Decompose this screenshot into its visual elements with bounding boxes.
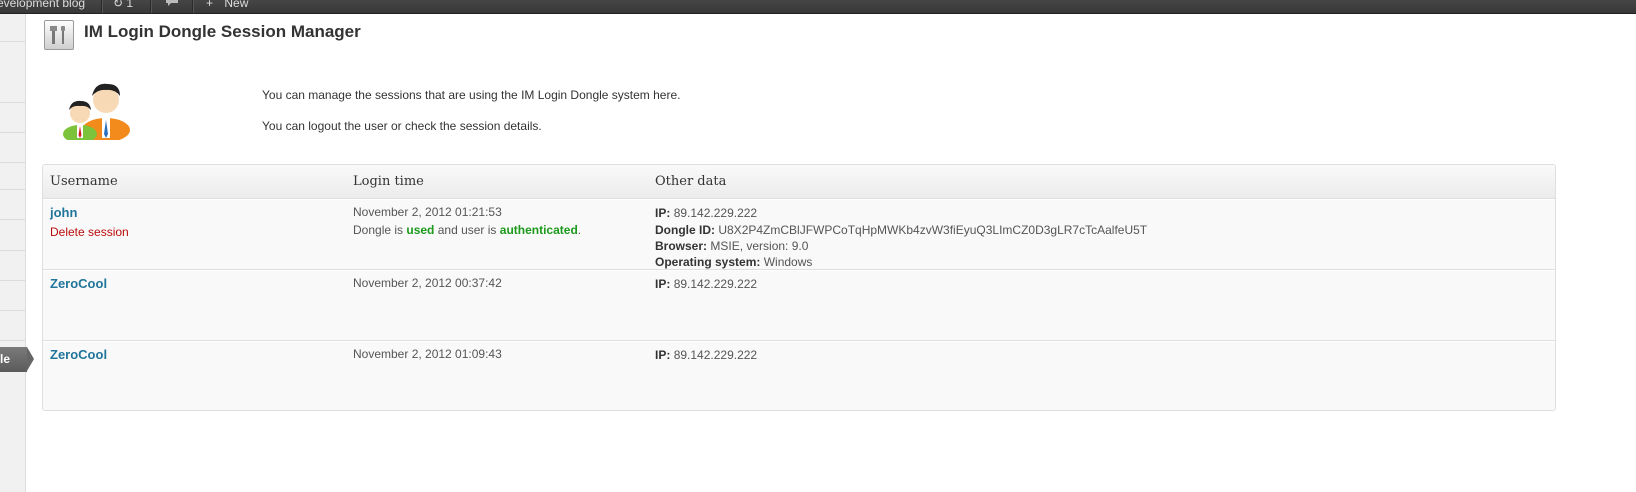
menu-divider [0,41,25,42]
intro-line-2: You can logout the user or check the ses… [262,119,542,133]
comment-icon [166,0,178,6]
tools-icon [44,20,74,50]
os-line: Operating system: Windows [655,254,812,270]
admin-bar-separator [192,0,194,13]
intro-line-1: You can manage the sessions that are usi… [262,88,681,102]
ip-label: IP: [655,206,671,220]
table-row: ZeroCool November 2, 2012 01:09:43 IP: 8… [43,341,1555,410]
ip-line: IP: 89.142.229.222 [655,347,757,363]
dongle-id-value: U8X2P4ZmCBlJFWPCoTqHpMWKb4zvW3fiEyuQ3LIm… [718,223,1148,237]
browser-value: MSIE, version: 9.0 [710,239,809,253]
column-header-login-time: Login time [353,174,424,189]
ip-line: IP: 89.142.229.222 [655,276,757,292]
menu-divider [0,132,25,133]
admin-bar-separator [101,0,103,13]
menu-divider [0,189,25,190]
admin-menu [0,14,26,492]
current-menu-item[interactable]: le [0,347,34,372]
refresh-icon: ↻ [113,0,124,10]
username-link[interactable]: ZeroCool [50,276,107,291]
menu-divider [0,340,25,341]
menu-divider [0,102,25,103]
menu-divider [0,280,25,281]
dongle-id-line: Dongle ID: U8X2P4ZmCBlJFWPCoTqHpMWKb4zvW… [655,222,1147,238]
menu-divider [0,310,25,311]
table-row: john Delete session November 2, 2012 01:… [43,199,1555,270]
ip-value: 89.142.229.222 [673,277,758,291]
dongle-used-status: used [406,223,435,237]
table-header: Username Login time Other data [43,165,1555,199]
current-menu-arrow [27,347,34,371]
site-name-link[interactable]: evelopment blog [0,0,85,13]
new-label: New [224,0,249,10]
dongle-id-label: Dongle ID: [655,223,715,237]
menu-divider [0,250,25,251]
admin-bar-separator [150,0,152,13]
ip-value: 89.142.229.222 [673,206,758,220]
current-menu-label: le [0,352,11,366]
dongle-status: Dongle is used and user is authenticated… [353,223,581,237]
plus-icon: + [206,0,214,10]
dongle-status-text: Dongle is [353,223,407,237]
os-label: Operating system: [655,255,761,269]
column-header-other-data: Other data [655,174,727,189]
browser-label: Browser: [655,239,708,253]
ip-label: IP: [655,277,671,291]
login-time: November 2, 2012 01:09:43 [353,347,502,361]
ip-line: IP: 89.142.229.222 [655,205,757,221]
new-content-link[interactable]: + New [206,0,248,13]
admin-bar: evelopment blog ↻ 1 + New [0,0,1636,14]
browser-line: Browser: MSIE, version: 9.0 [655,238,808,254]
ip-value: 89.142.229.222 [673,348,758,362]
table-row: ZeroCool November 2, 2012 00:37:42 IP: 8… [43,270,1555,341]
delete-session-link[interactable]: Delete session [50,225,129,239]
page-title: IM Login Dongle Session Manager [84,22,361,41]
ip-label: IP: [655,348,671,362]
login-time: November 2, 2012 01:21:53 [353,205,502,219]
sessions-table: Username Login time Other data john Dele… [42,164,1556,411]
users-icon [62,80,134,143]
username-link[interactable]: john [50,205,77,220]
menu-divider [0,219,25,220]
comments-link[interactable] [165,0,179,13]
login-time: November 2, 2012 00:37:42 [353,276,502,290]
updates-count: 1 [126,0,134,10]
updates-link[interactable]: ↻ 1 [113,0,133,13]
menu-divider [0,162,25,163]
os-value: Windows [763,255,813,269]
dongle-status-text: and user is [434,223,500,237]
authenticated-status: authenticated [499,223,578,237]
username-link[interactable]: ZeroCool [50,347,107,362]
column-header-username: Username [50,174,118,189]
dongle-status-text: . [577,223,582,237]
